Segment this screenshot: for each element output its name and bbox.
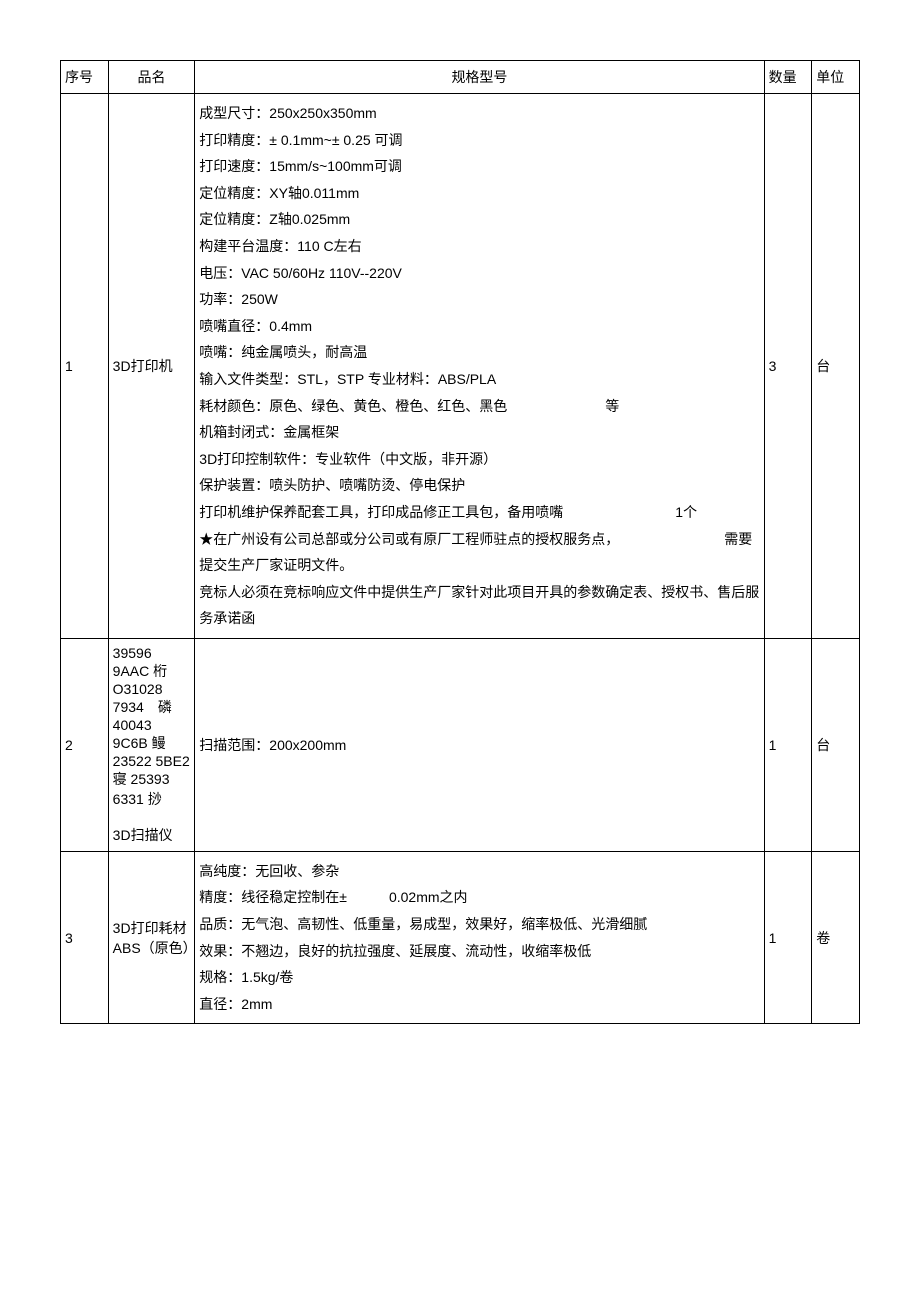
- spec-line: 扫描范围：200x200mm: [199, 732, 759, 759]
- spec-line: 效果：不翘边，良好的抗拉强度、延展度、流动性，收缩率极低: [199, 938, 759, 965]
- cell-seq: 3: [61, 851, 109, 1024]
- cell-seq: 2: [61, 638, 109, 851]
- cell-unit: 台: [812, 94, 860, 639]
- cell-qty: 3: [764, 94, 812, 639]
- cell-name: 3D打印耗材ABS（原色）: [108, 851, 195, 1024]
- spec-line: 喷嘴直径：0.4mm: [199, 313, 759, 340]
- table-row: 13D打印机成型尺寸：250x250x350mm打印精度：± 0.1mm~± 0…: [61, 94, 860, 639]
- spec-line: 成型尺寸：250x250x350mm: [199, 100, 759, 127]
- header-name: 品名: [108, 61, 195, 94]
- spec-line: 高纯度：无回收、参杂: [199, 858, 759, 885]
- spec-line: 定位精度：XY轴0.011mm: [199, 180, 759, 207]
- header-spec: 规格型号: [195, 61, 764, 94]
- table-row: 239596 9AAC 桁 O31028 7934 磷 40043 9C6B 鳗…: [61, 638, 860, 851]
- spec-line: 精度：线径稳定控制在± 0.02mm之内: [199, 884, 759, 911]
- spec-line: 3D打印控制软件：专业软件（中文版，非开源）: [199, 446, 759, 473]
- cell-seq: 1: [61, 94, 109, 639]
- spec-line: ★在广州设有公司总部或分公司或有原厂工程师驻点的授权服务点， 需要提交生产厂家证…: [199, 526, 759, 579]
- cell-unit: 台: [812, 638, 860, 851]
- table-row: 33D打印耗材ABS（原色）高纯度：无回收、参杂精度：线径稳定控制在± 0.02…: [61, 851, 860, 1024]
- header-seq: 序号: [61, 61, 109, 94]
- cell-spec: 成型尺寸：250x250x350mm打印精度：± 0.1mm~± 0.25 可调…: [195, 94, 764, 639]
- spec-line: 品质：无气泡、高韧性、低重量，易成型，效果好，缩率极低、光滑细腻: [199, 911, 759, 938]
- cell-spec: 高纯度：无回收、参杂精度：线径稳定控制在± 0.02mm之内品质：无气泡、高韧性…: [195, 851, 764, 1024]
- cell-qty: 1: [764, 851, 812, 1024]
- spec-line: 功率：250W: [199, 286, 759, 313]
- table-header-row: 序号 品名 规格型号 数量 单位: [61, 61, 860, 94]
- cell-unit: 卷: [812, 851, 860, 1024]
- spec-line: 直径：2mm: [199, 991, 759, 1018]
- cell-name: 39596 9AAC 桁 O31028 7934 磷 40043 9C6B 鳗 …: [108, 638, 195, 851]
- spec-line: 规格：1.5kg/卷: [199, 964, 759, 991]
- cell-qty: 1: [764, 638, 812, 851]
- spec-line: 竞标人必须在竞标响应文件中提供生产厂家针对此项目开具的参数确定表、授权书、售后服…: [199, 579, 759, 632]
- spec-line: 打印精度：± 0.1mm~± 0.25 可调: [199, 127, 759, 154]
- spec-line: 打印速度：15mm/s~100mm可调: [199, 153, 759, 180]
- spec-line: 机箱封闭式：金属框架: [199, 419, 759, 446]
- spec-line: 喷嘴：纯金属喷头，耐高温: [199, 339, 759, 366]
- header-qty: 数量: [764, 61, 812, 94]
- spec-line: 耗材颜色：原色、绿色、黄色、橙色、红色、黑色 等: [199, 393, 759, 420]
- spec-line: 电压：VAC 50/60Hz 110V--220V: [199, 260, 759, 287]
- spec-line: 输入文件类型：STL，STP 专业材料：ABS/PLA: [199, 366, 759, 393]
- cell-name: 3D打印机: [108, 94, 195, 639]
- table-body: 13D打印机成型尺寸：250x250x350mm打印精度：± 0.1mm~± 0…: [61, 94, 860, 1024]
- cell-spec: 扫描范围：200x200mm: [195, 638, 764, 851]
- header-unit: 单位: [812, 61, 860, 94]
- spec-line: 打印机维护保养配套工具，打印成品修正工具包，备用喷嘴 1个: [199, 499, 759, 526]
- spec-line: 定位精度：Z轴0.025mm: [199, 206, 759, 233]
- spec-line: 构建平台温度：110 C左右: [199, 233, 759, 260]
- spec-line: 保护装置：喷头防护、喷嘴防烫、停电保护: [199, 472, 759, 499]
- spec-table: 序号 品名 规格型号 数量 单位 13D打印机成型尺寸：250x250x350m…: [60, 60, 860, 1024]
